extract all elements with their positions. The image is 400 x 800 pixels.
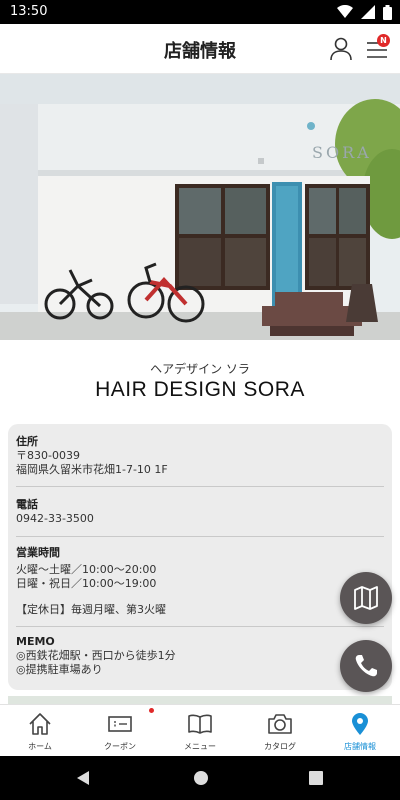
divider <box>16 536 384 537</box>
memo-line: ◎提携駐車場あり <box>16 663 103 676</box>
memo-line: ◎西鉄花畑駅・西口から徒歩1分 <box>16 649 176 662</box>
divider <box>16 486 384 487</box>
location-pin-icon <box>352 713 368 735</box>
phone-label: 電話 <box>16 498 38 511</box>
tab-label: カタログ <box>264 742 296 751</box>
signal-icon <box>361 5 375 19</box>
memo-section: MEMO ◎西鉄花畑駅・西口から徒歩1分 ◎提携駐車場あり <box>16 634 384 677</box>
home-circle-icon[interactable] <box>193 770 209 786</box>
memo-label: MEMO <box>16 635 55 648</box>
storefront-photo: SORA <box>0 74 400 340</box>
tab-menu[interactable]: メニュー <box>160 705 240 757</box>
account-icon[interactable] <box>328 36 354 62</box>
wifi-icon <box>337 5 353 18</box>
battery-icon <box>383 4 392 20</box>
hours-section: 営業時間 火曜～土曜／10:00～20:00 日曜・祝日／10:00～19:00… <box>16 545 384 617</box>
tab-label: クーポン <box>104 742 136 751</box>
phone-number[interactable]: 0942-33-3500 <box>16 512 384 526</box>
system-nav-bar <box>0 756 400 800</box>
divider <box>16 626 384 627</box>
home-icon <box>29 713 51 735</box>
menu-book-icon <box>188 714 212 734</box>
address-label: 住所 <box>16 435 38 448</box>
tab-coupon[interactable]: クーポン <box>80 705 160 757</box>
tab-label: ホーム <box>28 742 52 751</box>
address-section: 住所 〒830-0039 福岡県久留米市花畑1-7-10 1F <box>16 434 384 477</box>
camera-icon <box>268 714 292 734</box>
store-info-card: 住所 〒830-0039 福岡県久留米市花畑1-7-10 1F 電話 0942-… <box>8 424 392 690</box>
tab-label: メニュー <box>184 742 216 751</box>
closed-days: 【定休日】毎週月曜、第3火曜 <box>16 603 166 616</box>
hours-weekday: 火曜～土曜／10:00～20:00 <box>16 563 157 576</box>
coupon-notification-dot <box>149 708 154 713</box>
store-name-kana: ヘアデザイン ソラ <box>150 362 250 376</box>
status-bar: 13:50 <box>0 0 400 24</box>
map-preview[interactable] <box>8 696 392 704</box>
status-time: 13:50 <box>10 4 48 19</box>
coupon-icon <box>108 716 132 732</box>
hours-weekend: 日曜・祝日／10:00～19:00 <box>16 577 157 590</box>
app-header: 店舗情報 <box>0 24 400 74</box>
call-button[interactable] <box>340 640 392 692</box>
tab-label: 店舗情報 <box>344 742 376 751</box>
bottom-tab-bar: ホーム クーポン メニュー カタログ 店舗情報 <box>0 704 400 756</box>
map-button[interactable] <box>340 572 392 624</box>
postal-code: 〒830-0039 <box>16 449 80 462</box>
recents-icon[interactable] <box>309 771 323 785</box>
store-sign: SORA <box>312 143 372 162</box>
tab-home[interactable]: ホーム <box>0 705 80 757</box>
hours-label: 営業時間 <box>16 546 60 559</box>
status-icons <box>337 4 392 20</box>
store-name: HAIR DESIGN SORA <box>95 378 305 401</box>
phone-section: 電話 0942-33-3500 <box>16 497 384 526</box>
tab-catalog[interactable]: カタログ <box>240 705 320 757</box>
phone-icon <box>355 655 377 677</box>
address-line[interactable]: 福岡県久留米市花畑1-7-10 1F <box>16 463 384 477</box>
back-icon[interactable] <box>76 770 90 786</box>
tab-store-info[interactable]: 店舗情報 <box>320 705 400 757</box>
map-icon <box>354 586 378 610</box>
menu-badge: N <box>377 34 390 47</box>
